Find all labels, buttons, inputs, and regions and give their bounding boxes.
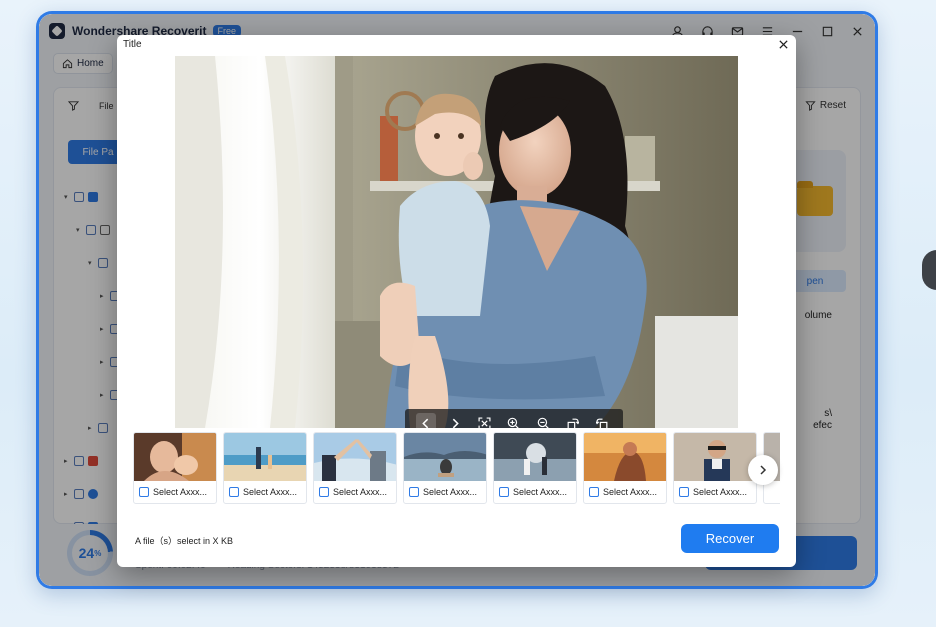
thumbnail-image[interactable] bbox=[404, 433, 486, 481]
thumbnail-next-button[interactable] bbox=[748, 455, 778, 485]
thumbnail-strip: Select Axxx... Select Axxx... Select Axx… bbox=[133, 432, 780, 507]
side-scroll-handle[interactable] bbox=[922, 250, 936, 290]
thumbnail-label: Select Axxx... bbox=[333, 487, 388, 497]
thumbnail-item[interactable]: Select Axxx... bbox=[133, 432, 217, 504]
zoom-in-icon bbox=[508, 417, 520, 428]
thumbnail-checkbox[interactable] bbox=[409, 487, 419, 497]
dialog-title: Title bbox=[123, 39, 142, 50]
thumbnail-image[interactable] bbox=[134, 433, 216, 481]
thumbnail-item[interactable]: Select Axxx... bbox=[493, 432, 577, 504]
rotate-right-button[interactable] bbox=[563, 413, 583, 428]
fit-screen-button[interactable] bbox=[475, 413, 495, 428]
rotate-left-icon bbox=[595, 418, 608, 428]
fit-screen-icon bbox=[478, 416, 491, 428]
thumbnail-label: Select Axxx... bbox=[513, 487, 568, 497]
preview-dialog: Title Select Axxx... Select Axxx... Sele… bbox=[117, 35, 796, 567]
thumbnail-image[interactable] bbox=[584, 433, 666, 481]
close-icon bbox=[778, 39, 788, 49]
thumbnail-label: Select Axxx... bbox=[603, 487, 658, 497]
thumbnail-item[interactable]: Select Axxx... bbox=[403, 432, 487, 504]
thumbnail-checkbox[interactable] bbox=[679, 487, 689, 497]
thumbnail-image[interactable] bbox=[224, 433, 306, 481]
chevron-left-icon bbox=[422, 418, 429, 428]
rotate-left-button[interactable] bbox=[592, 413, 612, 428]
chevron-right-icon bbox=[760, 465, 767, 475]
recover-button[interactable]: Recover bbox=[681, 524, 779, 553]
next-image-button[interactable] bbox=[445, 413, 465, 428]
zoom-out-icon bbox=[537, 417, 550, 428]
thumbnail-checkbox[interactable] bbox=[589, 487, 599, 497]
thumbnail-checkbox[interactable] bbox=[319, 487, 329, 497]
thumbnail-checkbox[interactable] bbox=[499, 487, 509, 497]
thumbnail-image[interactable] bbox=[674, 433, 756, 481]
zoom-in-button[interactable] bbox=[504, 413, 524, 428]
thumbnail-label: Select Axxx... bbox=[153, 487, 208, 497]
thumbnail-item[interactable]: Select Axxx... bbox=[673, 432, 757, 504]
thumbnail-checkbox[interactable] bbox=[229, 487, 239, 497]
thumbnail-label: Select Axxx... bbox=[693, 487, 748, 497]
thumbnail-checkbox[interactable] bbox=[139, 487, 149, 497]
prev-image-button[interactable] bbox=[415, 413, 436, 428]
image-preview bbox=[175, 56, 738, 428]
thumbnail-image[interactable] bbox=[314, 433, 396, 481]
thumbnail-item[interactable]: Select Axxx... bbox=[583, 432, 667, 504]
selection-status: A file（s）select in X KB bbox=[135, 536, 234, 546]
thumbnail-image[interactable] bbox=[494, 433, 576, 481]
rotate-right-icon bbox=[567, 418, 580, 428]
zoom-out-button[interactable] bbox=[533, 413, 553, 428]
image-viewer-toolbar bbox=[405, 409, 623, 428]
thumbnail-item[interactable]: Select Axxx... bbox=[223, 432, 307, 504]
chevron-right-icon bbox=[452, 418, 459, 428]
preview-photo bbox=[175, 56, 738, 428]
thumbnail-label: Select Axxx... bbox=[423, 487, 478, 497]
dialog-close-button[interactable] bbox=[776, 37, 790, 51]
thumbnail-item[interactable]: Select Axxx... bbox=[313, 432, 397, 504]
thumbnail-label: Select Axxx... bbox=[243, 487, 298, 497]
